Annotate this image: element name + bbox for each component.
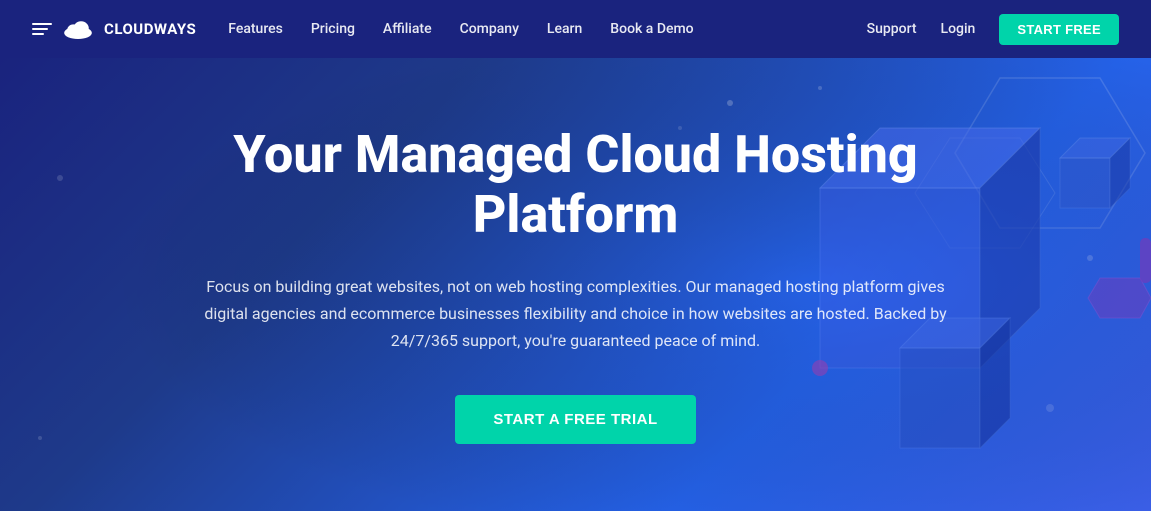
nav-support[interactable]: Support xyxy=(867,21,917,37)
hero-section: Your Managed Cloud Hosting Platform Focu… xyxy=(0,58,1151,511)
nav-pricing[interactable]: Pricing xyxy=(311,21,355,37)
navbar-left: CLOUDWAYS Features Pricing Affiliate Com… xyxy=(32,19,694,39)
nav-company[interactable]: Company xyxy=(460,21,519,37)
nav-features[interactable]: Features xyxy=(228,21,283,37)
navbar-right: Support Login START FREE xyxy=(867,14,1119,45)
logo[interactable]: CLOUDWAYS xyxy=(32,19,196,39)
nav-learn[interactable]: Learn xyxy=(547,21,582,37)
nav-affiliate[interactable]: Affiliate xyxy=(383,21,432,37)
start-free-button[interactable]: START FREE xyxy=(999,14,1119,45)
cloud-icon xyxy=(62,19,94,39)
nav-login[interactable]: Login xyxy=(941,21,976,37)
hero-subtitle: Focus on building great websites, not on… xyxy=(196,273,956,355)
logo-text: CLOUDWAYS xyxy=(104,20,196,38)
hero-title: Your Managed Cloud Hosting Platform xyxy=(126,125,1026,245)
main-nav: Features Pricing Affiliate Company Learn… xyxy=(228,21,693,37)
navbar: CLOUDWAYS Features Pricing Affiliate Com… xyxy=(0,0,1151,58)
hamburger-menu-icon xyxy=(32,23,52,35)
free-trial-button[interactable]: START A FREE TRIAL xyxy=(455,395,695,444)
nav-book-demo[interactable]: Book a Demo xyxy=(610,21,693,37)
